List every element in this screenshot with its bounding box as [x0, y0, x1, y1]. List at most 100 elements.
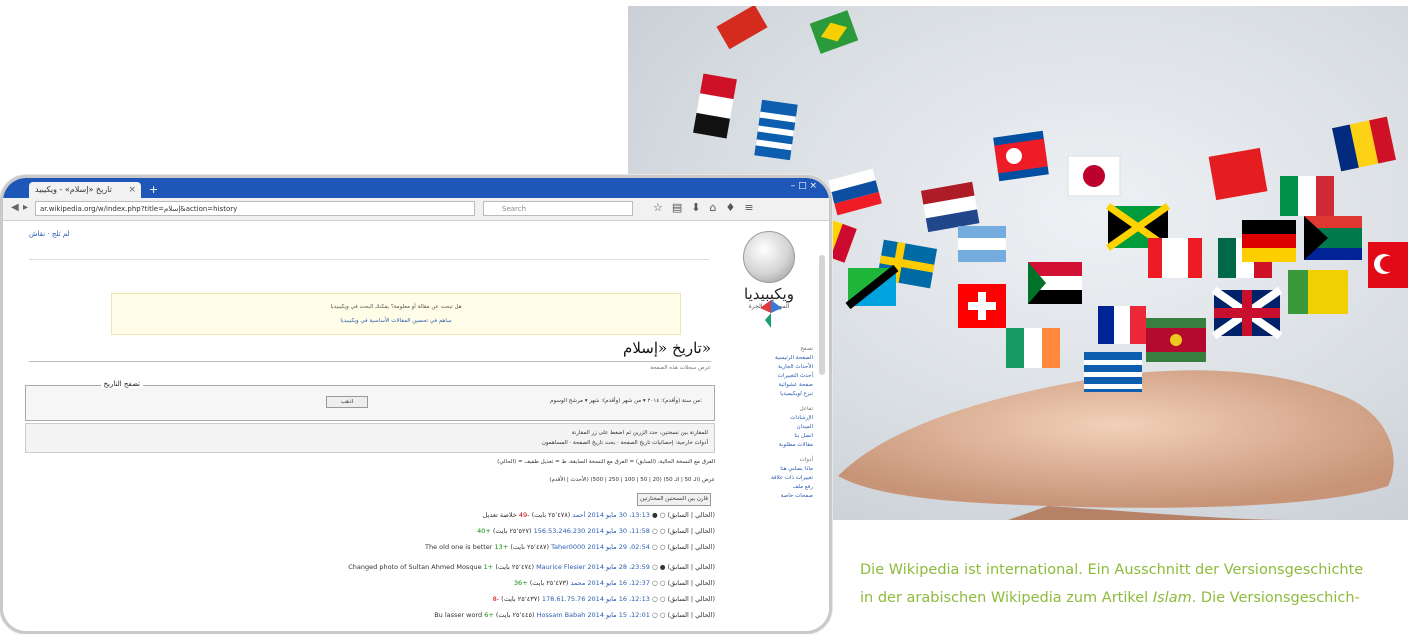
revision-comment: خلاصة تعديل [482, 511, 517, 519]
flag-iraq [693, 73, 737, 139]
flag-sudan [1028, 262, 1082, 304]
cur-prev-links[interactable]: (الحالي | السابق) ○ ● [650, 511, 715, 519]
revision-date[interactable]: 12:13، 16 مايو 2014 [587, 595, 650, 603]
flag-suriname [1146, 318, 1206, 362]
menu-icon[interactable]: ≡ [744, 201, 762, 214]
revision-user[interactable]: 178.61.75.76 [542, 595, 585, 603]
sidebar-item[interactable]: صفحة عشوائية [731, 381, 813, 390]
revision-date[interactable]: 23:59، 28 مايو 2014 [587, 563, 650, 571]
search-row [29, 248, 709, 260]
sidebar-item[interactable]: مقالات مطلوبة [731, 441, 813, 450]
caption-line-2-suffix: . Die Versionsgeschich- [1191, 590, 1360, 606]
sidebar-item[interactable]: ماذا يصلني هنا [731, 465, 813, 474]
sidebar-item[interactable]: الإرشادات [731, 414, 813, 423]
sidebar-item[interactable]: اتصل بنا [731, 432, 813, 441]
revision-row: (الحالي | السابق) ○ ○ 11:58، 30 مايو 201… [25, 527, 715, 539]
sidebar-item[interactable]: صفحات خاصة [731, 492, 813, 501]
revision-delta: +40 [477, 527, 491, 535]
legend-line: (الحالي) = الفرق مع النسخة الحالية، (الس… [497, 459, 715, 465]
sidebar-heading-navigation: تصفح [800, 346, 813, 352]
revision-user[interactable]: 156.53.246.230 [534, 527, 586, 535]
flag-brazil [809, 10, 859, 54]
info-line-2[interactable]: أدوات خارجية: إحصائيات تاريخ الصفحة · بح… [26, 438, 708, 448]
cur-prev-links[interactable]: (الحالي | السابق) ○ ○ [650, 595, 715, 603]
url-field[interactable]: ar.wikipedia.org/w/index.php?title=إسلام… [35, 201, 475, 216]
revision-user[interactable]: Taher0000 [551, 543, 585, 551]
sidebar-item[interactable]: الميدان [731, 423, 814, 432]
star-icon[interactable]: ☆ [653, 201, 672, 214]
revision-user[interactable]: محمد [570, 579, 585, 587]
revision-date[interactable]: 13:13، 30 مايو 2014 [587, 511, 650, 519]
home-icon[interactable]: ⌂ [710, 201, 726, 214]
notice-line-2[interactable]: ساهم في تحسين المقالات الأساسية في ويكيب… [112, 318, 680, 324]
cur-prev-links[interactable]: (الحالي | السابق) ○ ○ [650, 543, 715, 551]
cur-prev-links[interactable]: (الحالي | السابق) ○ ○ [650, 527, 715, 535]
flag-south-africa [1304, 216, 1362, 260]
compare-revisions-button[interactable]: قارن بين النسختين المختارتين [637, 493, 711, 506]
cur-prev-links[interactable]: (الحالي | السابق) ○ ○ [650, 579, 715, 587]
revision-date[interactable]: 11:58، 30 مايو 2014 [587, 527, 650, 535]
revision-delta: -49 [518, 511, 530, 519]
flag-switzerland [958, 284, 1006, 328]
revision-comment: Changed photo of Sultan Ahmed Mosque [348, 563, 482, 571]
browser-tab-title: تاريخ «إسلام» - ويكيبيد [35, 185, 112, 194]
close-icon[interactable]: × [128, 182, 136, 198]
pocket-icon[interactable]: ♦ [725, 201, 744, 214]
revision-comment: The old one is better [425, 543, 493, 551]
revision-date[interactable]: 12:01، 15 مايو 2014 [587, 611, 650, 619]
window-controls-icon[interactable]: – □ × [791, 181, 817, 191]
user-links[interactable]: لم تلج · نقاش [29, 230, 70, 238]
cur-prev-links[interactable]: (الحالي | السابق) ○ ○ [650, 611, 715, 619]
revision-row: (الحالي | السابق) ○ ○ 12:37، 16 مايو 201… [25, 579, 715, 591]
history-filter-fieldset: من سنة (وأقدم): ٢٠١٤ ▾ من شهر (وأقدم): ش… [25, 385, 715, 421]
info-line-1: للمقارنة بين نسختين، حدد الزرين ثم اضغط … [571, 430, 708, 436]
flag-netherlands [920, 181, 980, 233]
flag-ireland [1006, 328, 1060, 368]
sidebar: تصفح الصفحة الرئيسية الأحداث الجارية أحد… [731, 339, 813, 501]
sidebar-item[interactable]: الصفحة الرئيسية [731, 354, 813, 363]
sidebar-item[interactable]: تغييرات ذات علاقة [731, 474, 813, 483]
forward-icon[interactable]: ▸ [23, 202, 28, 213]
revision-delta: -8 [492, 595, 500, 603]
download-icon[interactable]: ⬇ [691, 201, 709, 214]
go-button[interactable]: اذهب [326, 396, 368, 408]
revision-size: (٢٥٬٤٤٥ بايت) [495, 611, 535, 619]
flag-canada-like [1148, 238, 1202, 278]
revision-delta: +36 [513, 579, 528, 587]
flag-turkey [1368, 242, 1408, 288]
flag-red-1 [716, 6, 768, 50]
sidebar-item[interactable]: الأحداث الجارية [731, 363, 813, 372]
revision-user[interactable]: أحمد [572, 511, 585, 519]
revision-date[interactable]: 12:37، 16 مايو 2014 [587, 579, 650, 587]
search-field[interactable]: Search [483, 201, 633, 216]
revision-date[interactable]: 02:54، 29 مايو 2014 [587, 543, 650, 551]
revision-row: (الحالي | السابق) ● ○ 23:59، 28 مايو 201… [25, 563, 715, 575]
url-text: ar.wikipedia.org/w/index.php?title=إسلام… [40, 205, 238, 213]
revision-size: (٢٥٬٤٧٤ بايت) [495, 563, 534, 571]
revision-row: (الحالي | السابق) ○ ○ 12:13، 16 مايو 201… [25, 595, 715, 607]
history-filter-controls[interactable]: من سنة (وأقدم): ٢٠١٤ ▾ من شهر (وأقدم): ش… [550, 398, 702, 404]
new-tab-icon[interactable]: + [149, 183, 158, 196]
sidebar-item[interactable]: أحدث التغييرات [731, 372, 813, 381]
revision-delta: +6 [484, 611, 494, 619]
pagination-line[interactable]: (الأحدث | الأقدم) عرض (الـ 50 | الـ 50) … [549, 477, 715, 483]
cur-prev-links[interactable]: (الحالي | السابق) ● ○ [650, 563, 715, 571]
revision-row: (الحالي | السابق) ○ ○ 12:01، 15 مايو 201… [25, 611, 715, 623]
sidebar-item[interactable]: تبرع لويكيميديا [731, 390, 813, 399]
scrollbar[interactable] [819, 255, 825, 375]
toolbar-icons: ☆▤⬇⌂♦≡ [653, 201, 763, 214]
revision-user[interactable]: Hossam Babah [537, 611, 586, 619]
page-title: تاريخ «إسلام» [623, 339, 711, 357]
revision-size: (٢٥٬٥٢٧ بايت) [492, 527, 532, 535]
page-subtitle[interactable]: عرض سجلات هذه الصفحة [650, 365, 711, 371]
back-icon[interactable]: ◀ [11, 202, 19, 213]
browser-screenshot: تاريخ «إسلام» - ويكيبيد × + – □ × ◀ ▸ ar… [0, 175, 832, 634]
history-info-box: للمقارنة بين نسختين، حدد الزرين ثم اضغط … [25, 423, 715, 453]
revision-user[interactable]: Maurice Flesier [536, 563, 585, 571]
wikipedia-globe-icon [743, 231, 795, 283]
sidebar-item[interactable]: رفع ملف [731, 483, 813, 492]
bookmark-list-icon[interactable]: ▤ [672, 201, 691, 214]
site-notice: هل تبحث عن مقالة أو معلومة؟ يمكنك البحث … [111, 293, 782, 335]
browser-tab[interactable]: تاريخ «إسلام» - ويكيبيد × [29, 182, 141, 198]
flag-japan [1067, 155, 1121, 197]
